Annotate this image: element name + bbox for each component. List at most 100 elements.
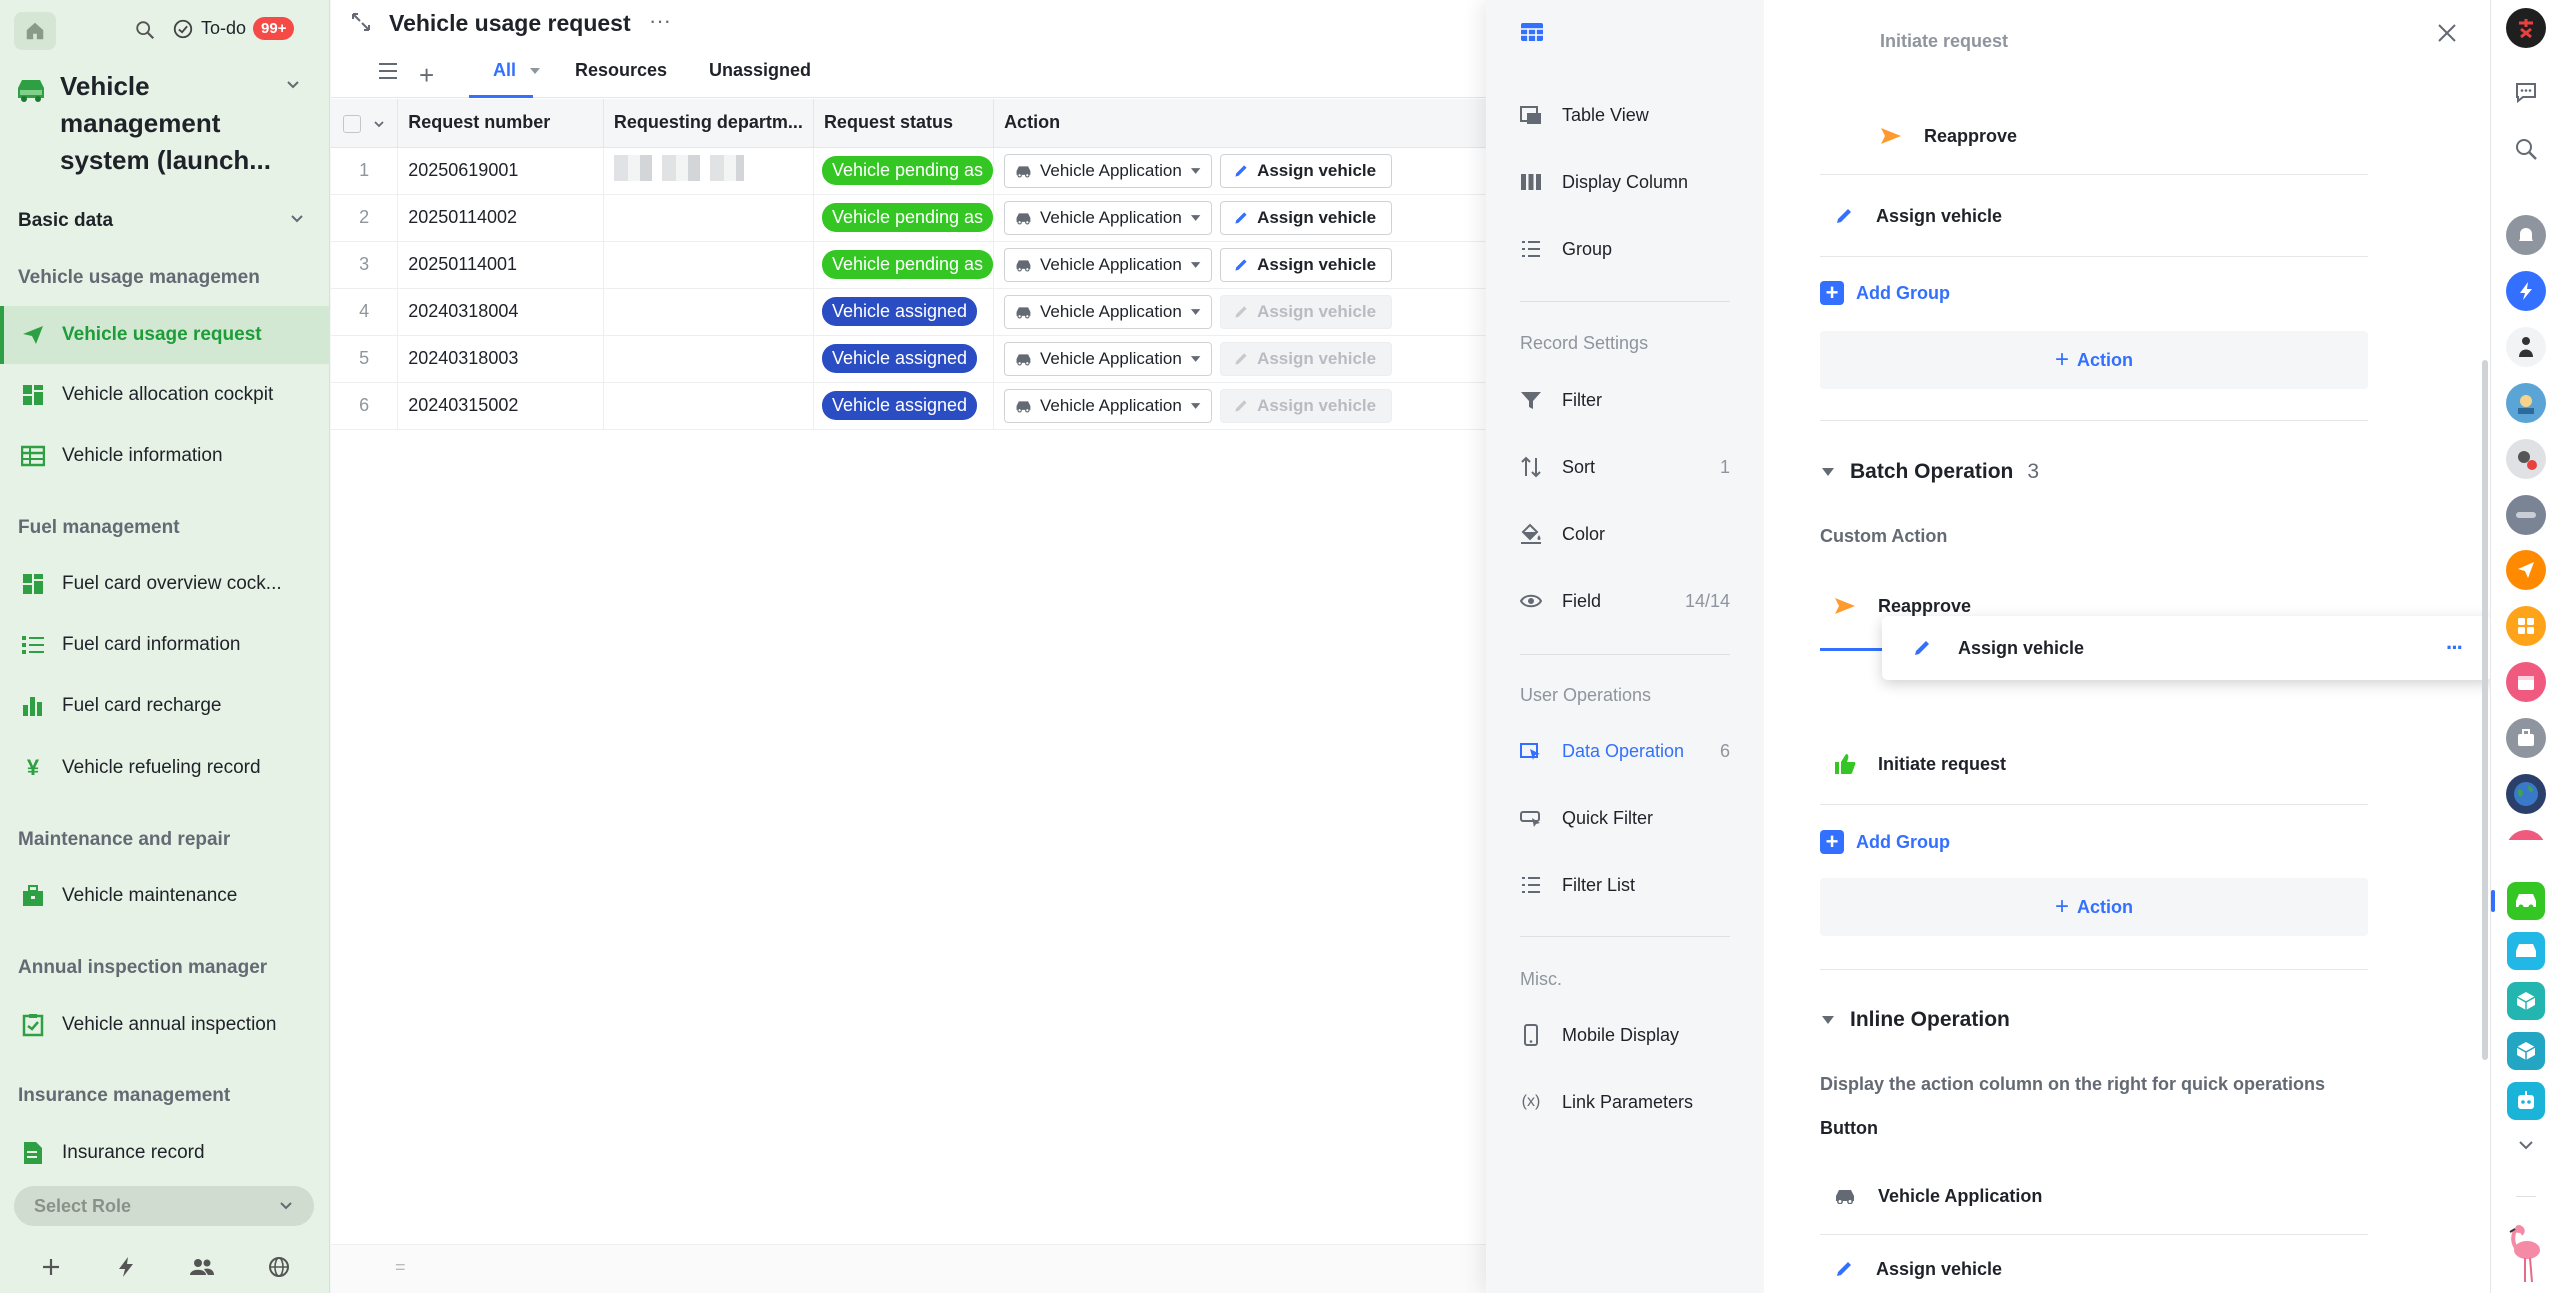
assign-vehicle-button[interactable]: Assign vehicle (1220, 153, 1393, 188)
sidebar-item-fuel-card-recharge[interactable]: Fuel card recharge (0, 677, 330, 735)
add-view-button[interactable]: + (419, 60, 434, 91)
assign-vehicle-button[interactable]: Assign vehicle (1220, 294, 1393, 329)
menu-filter-list[interactable]: Filter List (1520, 865, 1730, 905)
search-button[interactable] (134, 19, 156, 41)
chevron-down-icon[interactable] (284, 76, 302, 94)
menu-quick-filter[interactable]: Quick Filter (1520, 798, 1730, 838)
lightning-icon[interactable] (115, 1256, 137, 1278)
inline-operation-header[interactable]: Inline Operation (1820, 1008, 2010, 1032)
cube-app-icon[interactable] (2507, 982, 2545, 1020)
chat-icon[interactable] (2514, 80, 2538, 104)
select-all-header[interactable] (331, 99, 399, 148)
request-number-cell[interactable]: 20240318004 (397, 288, 604, 336)
table-row[interactable]: 5 20240318003 Vehicle assigned Vehicle Appl… (331, 335, 1486, 383)
vehicle-application-dropdown[interactable]: Vehicle Application (1004, 247, 1213, 282)
request-number-cell[interactable]: 20240315002 (397, 382, 604, 430)
table-row[interactable]: 2 20250114002 Vehicle pending as Vehicle Ap… (331, 194, 1486, 242)
menu-link-parameters[interactable]: (x) Link Parameters (1520, 1082, 1730, 1122)
menu-filter[interactable]: Filter (1520, 380, 1730, 420)
add-group-button[interactable]: + Add Group (1820, 281, 1950, 305)
sidebar-item-vehicle-annual-inspection[interactable]: Vehicle annual inspection (0, 996, 330, 1054)
tab-unassigned[interactable]: Unassigned (709, 60, 811, 81)
column-header-request-number[interactable]: Request number (397, 99, 604, 148)
table-row[interactable]: 6 20240315002 Vehicle assigned Vehicle Appl… (331, 382, 1486, 430)
tab-resources[interactable]: Resources (575, 60, 667, 81)
action-item-initiate-request[interactable]: Initiate request (1820, 728, 2368, 800)
vehicle-application-dropdown[interactable]: Vehicle Application (1004, 388, 1213, 423)
more-icon[interactable]: ··· (649, 8, 671, 34)
assign-vehicle-button[interactable]: Assign vehicle (1220, 388, 1393, 423)
app-avatar-icon[interactable] (2506, 327, 2546, 367)
inline-action-vehicle-application[interactable]: Vehicle Application (1820, 1160, 2368, 1232)
plus-icon[interactable] (40, 1256, 62, 1278)
app-avatar-icon[interactable] (2506, 439, 2546, 479)
requesting-department-cell[interactable] (603, 147, 814, 195)
table-row[interactable]: 1 20250619001 Vehicle pending as Vehicle Ap… (331, 147, 1486, 195)
menu-mobile-display[interactable]: Mobile Display (1520, 1015, 1730, 1055)
inline-action-assign-vehicle[interactable]: Assign vehicle (1820, 1233, 2368, 1293)
home-button[interactable] (14, 12, 56, 50)
sidebar-item-fuel-card-overview[interactable]: Fuel card overview cock... (0, 555, 330, 613)
requesting-department-cell[interactable] (603, 288, 814, 336)
menu-group[interactable]: Group (1520, 229, 1730, 269)
assign-vehicle-button[interactable]: Assign vehicle (1220, 341, 1393, 376)
select-role-dropdown[interactable]: Select Role (14, 1186, 314, 1226)
chevron-down-icon[interactable] (288, 210, 306, 228)
request-status-cell[interactable]: Vehicle assigned (813, 288, 995, 336)
section-basic-data[interactable]: Basic data (18, 210, 113, 232)
caret-down-icon[interactable] (528, 66, 542, 76)
sidebar-item-vehicle-usage-request[interactable]: Vehicle usage request (0, 306, 330, 364)
apps-icon[interactable] (2506, 606, 2546, 646)
menu-icon[interactable] (377, 62, 399, 80)
app-title[interactable]: Vehicle management system (launch... (60, 68, 280, 179)
sidebar-item-vehicle-refueling-record[interactable]: ¥ Vehicle refueling record (0, 739, 330, 797)
car-app-icon[interactable] (2507, 932, 2545, 970)
scrollbar[interactable] (2482, 360, 2488, 1060)
action-item-reapprove[interactable]: Reapprove (1820, 100, 2368, 172)
table-row[interactable]: 3 20250114001 Vehicle pending as Vehicle Ap… (331, 241, 1486, 289)
calendar-icon[interactable] (2506, 662, 2546, 702)
sidebar-item-vehicle-allocation-cockpit[interactable]: Vehicle allocation cockpit (0, 366, 330, 424)
add-group-button[interactable]: + Add Group (1820, 830, 1950, 854)
menu-field[interactable]: Field 14/14 (1520, 581, 1730, 621)
car-app-icon[interactable] (2507, 882, 2545, 920)
column-header-requesting-department[interactable]: Requesting departm... (603, 99, 814, 148)
vehicle-application-dropdown[interactable]: Vehicle Application (1004, 200, 1213, 235)
sidebar-item-fuel-card-information[interactable]: Fuel card information (0, 616, 330, 674)
request-status-cell[interactable]: Vehicle pending as (813, 147, 995, 195)
requesting-department-cell[interactable] (603, 194, 814, 242)
requesting-department-cell[interactable] (603, 382, 814, 430)
add-action-button[interactable]: + Action (1820, 331, 2368, 389)
request-status-cell[interactable]: Vehicle assigned (813, 335, 995, 383)
sidebar-item-insurance-record[interactable]: Insurance record (0, 1124, 330, 1182)
flamingo-icon[interactable] (2505, 1222, 2545, 1284)
briefcase-icon[interactable] (2506, 718, 2546, 758)
batch-operation-header[interactable]: Batch Operation 3 (1820, 460, 2039, 484)
tab-all[interactable]: All (493, 60, 516, 81)
requesting-department-cell[interactable] (603, 335, 814, 383)
app-avatar-icon[interactable] (2506, 383, 2546, 423)
close-button[interactable] (2436, 22, 2458, 44)
sidebar-item-vehicle-maintenance[interactable]: Vehicle maintenance (0, 867, 330, 925)
expand-icon[interactable] (351, 12, 371, 32)
menu-display-column[interactable]: Display Column (1520, 162, 1730, 202)
todo-button[interactable]: To-do 99+ (172, 17, 295, 40)
column-header-request-status[interactable]: Request status (813, 99, 995, 148)
request-number-cell[interactable]: 20250619001 (397, 147, 604, 195)
user-avatar[interactable] (2506, 8, 2546, 48)
sidebar-item-vehicle-information[interactable]: Vehicle information (0, 427, 330, 485)
assign-vehicle-button[interactable]: Assign vehicle (1220, 200, 1393, 235)
requesting-department-cell[interactable] (603, 241, 814, 289)
app-avatar-icon-partial[interactable] (2506, 830, 2546, 840)
request-number-cell[interactable]: 20240318003 (397, 335, 604, 383)
request-status-cell[interactable]: Vehicle assigned (813, 382, 995, 430)
vehicle-application-dropdown[interactable]: Vehicle Application (1004, 294, 1213, 329)
chevron-down-icon[interactable] (2517, 1138, 2535, 1152)
menu-data-operation[interactable]: Data Operation 6 (1520, 731, 1730, 771)
more-icon[interactable]: ··· (2446, 635, 2464, 661)
action-item-assign-vehicle[interactable]: Assign vehicle (1820, 180, 2368, 252)
request-status-cell[interactable]: Vehicle pending as (813, 194, 995, 242)
action-item-initiate-request-partial[interactable]: Initiate request (1820, 32, 2368, 52)
search-icon[interactable] (2514, 137, 2538, 161)
robot-app-icon[interactable] (2507, 1082, 2545, 1120)
